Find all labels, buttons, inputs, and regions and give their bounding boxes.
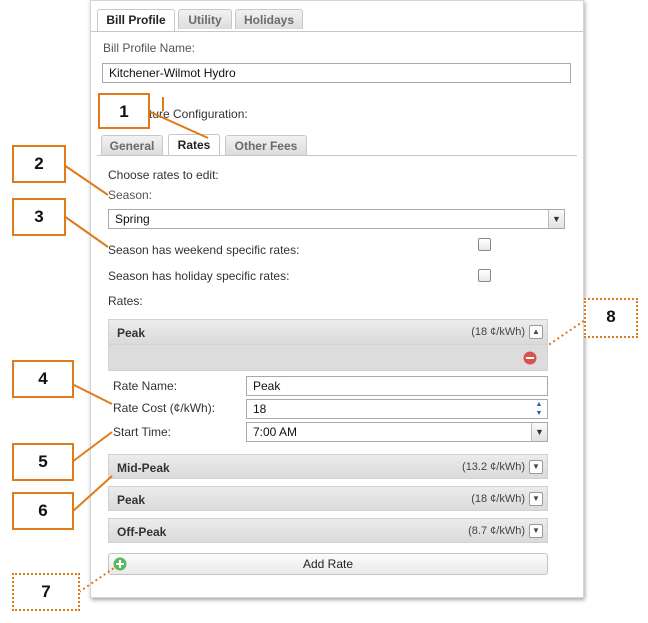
remove-icon[interactable] (523, 351, 537, 365)
rate-name-label: Rate Name: (113, 379, 178, 393)
rate-peak-header[interactable]: Peak (18 ¢/kWh) ▼ (108, 486, 548, 511)
tab-utility[interactable]: Utility (178, 9, 232, 29)
add-rate-label: Add Rate (302, 557, 354, 571)
callout-3: 3 (12, 198, 66, 236)
rate-mid-peak-header[interactable]: Mid-Peak (13.2 ¢/kWh) ▼ (108, 454, 548, 479)
add-icon (113, 557, 127, 571)
chevron-up-icon[interactable]: ▲ (529, 325, 543, 339)
bill-profile-panel: Bill Profile Utility Holidays Bill Profi… (90, 0, 584, 598)
choose-rates-label: Choose rates to edit: (108, 168, 219, 182)
rate-value: (8.7 ¢/kWh) (468, 525, 525, 537)
rate-name-input[interactable]: Peak (246, 376, 548, 396)
rate-name: Off-Peak (117, 525, 167, 539)
rate-off-peak-header[interactable]: Off-Peak (8.7 ¢/kWh) ▼ (108, 518, 548, 543)
callout-6: 6 (12, 492, 74, 530)
rate-cost-value: 18 (253, 402, 267, 416)
chevron-down-icon[interactable]: ▼ (531, 423, 547, 441)
sub-tab-divider (97, 155, 577, 156)
weekend-rates-label: Season has weekend specific rates: (108, 243, 300, 257)
rate-peak-expanded-header[interactable]: Peak (18 ¢/kWh) ▲ (108, 319, 548, 345)
tab-rates[interactable]: Rates (168, 134, 220, 156)
top-tab-divider (91, 31, 583, 32)
rate-name: Mid-Peak (117, 461, 170, 475)
rates-label: Rates: (108, 294, 143, 308)
chevron-down-icon[interactable]: ▼ (529, 492, 543, 506)
season-value: Spring (115, 212, 150, 226)
season-select[interactable]: Spring ▼ (108, 209, 565, 229)
chevron-down-icon[interactable]: ▼ (548, 210, 564, 228)
rate-value: (13.2 ¢/kWh) (462, 461, 525, 473)
season-label: Season: (108, 188, 153, 202)
stepper-arrows-icon[interactable]: ▲ ▼ (532, 400, 546, 418)
callout-2: 2 (12, 145, 66, 183)
callout-1: 1 (98, 93, 150, 129)
tab-general[interactable]: General (101, 135, 163, 155)
rate-value: (18 ¢/kWh) (471, 493, 525, 505)
weekend-rates-checkbox[interactable] (478, 238, 491, 251)
holiday-rates-checkbox[interactable] (478, 269, 491, 282)
rate-cost-label: Rate Cost (¢/kWh): (113, 401, 216, 415)
rate-name: Peak (117, 493, 146, 507)
configuration-label: cture Configuration: (143, 107, 248, 121)
rate-value: (18 ¢/kWh) (471, 326, 525, 338)
callout-8: 8 (584, 298, 638, 338)
add-rate-button[interactable]: Add Rate (108, 553, 548, 575)
bill-profile-name-label: Bill Profile Name: (103, 41, 196, 55)
tab-bill-profile[interactable]: Bill Profile (97, 9, 175, 31)
rate-cost-stepper[interactable]: 18 ▲ ▼ (246, 399, 548, 419)
start-time-label: Start Time: (113, 425, 172, 439)
callout-7: 7 (12, 573, 80, 611)
start-time-select[interactable]: 7:00 AM ▼ (246, 422, 548, 442)
bill-profile-name-input[interactable]: Kitchener-Wilmot Hydro (102, 63, 571, 83)
start-time-value: 7:00 AM (253, 425, 298, 439)
rate-toolbar (108, 345, 548, 371)
tab-other-fees[interactable]: Other Fees (225, 135, 307, 155)
chevron-down-icon[interactable]: ▼ (529, 524, 543, 538)
holiday-rates-label: Season has holiday specific rates: (108, 269, 290, 283)
callout-5: 5 (12, 443, 74, 481)
tab-holidays[interactable]: Holidays (235, 9, 303, 29)
chevron-down-icon[interactable]: ▼ (529, 460, 543, 474)
rate-name: Peak (117, 326, 146, 340)
callout-4: 4 (12, 360, 74, 398)
